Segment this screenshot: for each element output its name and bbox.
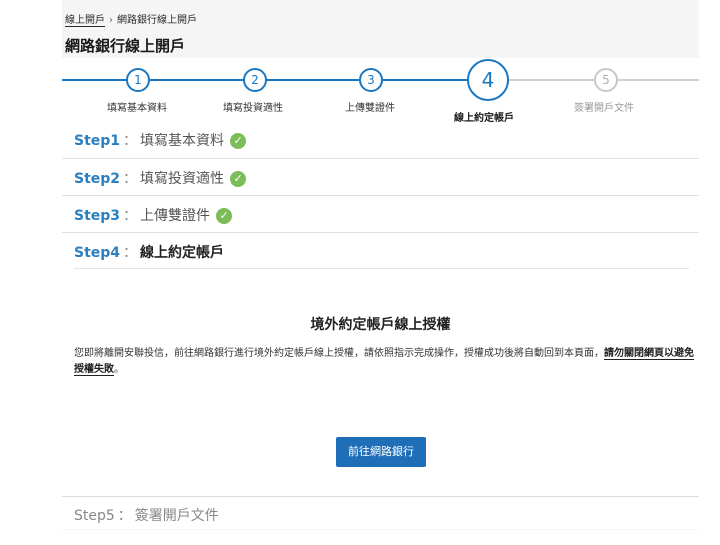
breadcrumb: 線上開戶 › 網路銀行線上開戶 bbox=[65, 11, 197, 27]
step-1-label: 填寫基本資料 bbox=[107, 103, 167, 114]
section-step3-name: 上傳雙證件 bbox=[140, 208, 211, 224]
breadcrumb-link-online-account[interactable]: 線上開戶 bbox=[65, 15, 105, 27]
section-step5-colon: ： bbox=[117, 508, 132, 524]
authorization-title: 境外約定帳戶線上授權 bbox=[310, 317, 451, 333]
check-icon: ✓ bbox=[230, 133, 247, 149]
check-icon: ✓ bbox=[230, 171, 247, 187]
section-step3[interactable]: Step3：上傳雙證件 ✓ bbox=[62, 196, 699, 233]
page-title: 網路銀行線上開戶 bbox=[65, 37, 186, 55]
section-step3-colon: ： bbox=[123, 208, 138, 224]
step-1-circle: 1 bbox=[126, 68, 150, 92]
section-step4-title: Step4：線上約定帳戶 bbox=[74, 242, 224, 262]
section-step4-colon: ： bbox=[123, 245, 138, 261]
section-step3-title: Step3：上傳雙證件 ✓ bbox=[74, 205, 233, 225]
section-step1-colon: ： bbox=[123, 133, 138, 149]
progress-stepper: 1 2 3 4 5 填寫基本資料 填寫投資適性 上傳雙證件 線上約定帳戶 簽署開… bbox=[62, 58, 699, 126]
step-2-circle: 2 bbox=[243, 68, 267, 92]
step-5-circle: 5 bbox=[594, 68, 618, 92]
section-step5[interactable]: Step5：簽署開戶文件 bbox=[62, 496, 699, 529]
authorization-instructions: 您即將離開安聯投信，前往網路銀行進行境外約定帳戶線上授權，請依照指示完成操作，授… bbox=[74, 346, 694, 378]
section-step1-number: Step1 bbox=[74, 133, 121, 149]
section-step2[interactable]: Step2：填寫投資適性 ✓ bbox=[62, 159, 699, 196]
section-step3-number: Step3 bbox=[74, 208, 121, 224]
section-step4-number: Step4 bbox=[74, 245, 121, 261]
authorization-text-end: 。 bbox=[114, 364, 124, 375]
step-5-label: 簽署開戶文件 bbox=[574, 103, 634, 114]
section-step1-name: 填寫基本資料 bbox=[140, 133, 225, 149]
section-step1[interactable]: Step1：填寫基本資料 ✓ bbox=[62, 122, 699, 159]
step-4-circle: 4 bbox=[467, 59, 509, 101]
section-step5-title: Step5：簽署開戶文件 bbox=[74, 505, 219, 525]
authorization-text: 您即將離開安聯投信，前往網路銀行進行境外約定帳戶線上授權，請依照指示完成操作，授… bbox=[74, 348, 604, 359]
step-3-circle: 3 bbox=[359, 68, 383, 92]
section-step5-name: 簽署開戶文件 bbox=[134, 508, 219, 524]
check-icon: ✓ bbox=[216, 208, 233, 224]
section-step5-number: Step5 bbox=[74, 508, 115, 524]
breadcrumb-separator: › bbox=[109, 15, 113, 26]
step-3-label: 上傳雙證件 bbox=[345, 103, 395, 114]
section-divider bbox=[74, 268, 689, 269]
section-step2-colon: ： bbox=[123, 171, 138, 187]
section-step2-name: 填寫投資適性 bbox=[140, 171, 225, 187]
step-2-label: 填寫投資適性 bbox=[223, 103, 283, 114]
breadcrumb-current: 網路銀行線上開戶 bbox=[117, 15, 197, 26]
section-step2-number: Step2 bbox=[74, 171, 121, 187]
section-step2-title: Step2：填寫投資適性 ✓ bbox=[74, 168, 247, 188]
section-step4-name: 線上約定帳戶 bbox=[140, 245, 225, 261]
section-step1-title: Step1：填寫基本資料 ✓ bbox=[74, 130, 247, 150]
section-step4: Step4：線上約定帳戶 境外約定帳戶線上授權 您即將離開安聯投信，前往網路銀行… bbox=[62, 233, 699, 496]
go-to-online-bank-button[interactable]: 前往網路銀行 bbox=[336, 437, 426, 467]
